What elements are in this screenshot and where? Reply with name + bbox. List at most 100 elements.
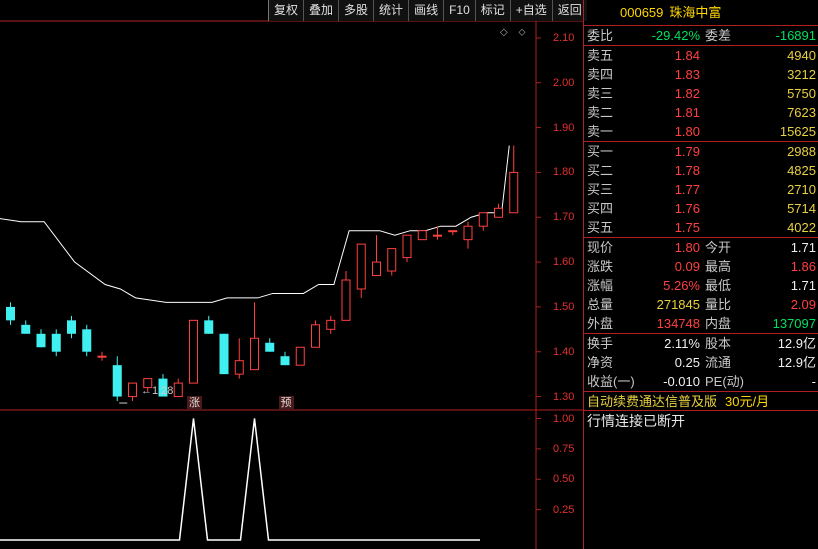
toolbar-button-4[interactable]: 画线 [408,0,444,21]
candle-body-up [463,225,473,241]
buys-volume: 5714 [787,201,816,216]
price-tick-label: 1.40 [553,345,575,358]
sells-volume: 7623 [787,105,816,120]
quote-row: 现价 1.80 今开 1.71 [584,238,818,257]
quote-value-2: 2.09 [790,297,816,312]
candle-body-down [265,342,275,352]
buys-row: 买四 1.76 5714 [584,199,818,218]
candle-body-up [189,319,198,384]
buys-row: 买二 1.78 4825 [584,161,818,180]
stock-title: 000659 珠海中富 [584,0,818,26]
candle-body-down [36,333,46,348]
quote-value: 1.80 [674,240,700,255]
quote-value-2: 1.86 [790,259,816,274]
indicator-line [0,418,480,541]
candle-body-up [433,234,442,237]
sells-row: 卖三 1.82 5750 [584,84,818,103]
fund-row: 净资 0.25 流通 12.9亿 [584,353,818,372]
sells-price: 1.81 [674,105,700,120]
candle-body-up [234,360,244,375]
buys-row: 买一 1.79 2988 [584,142,818,161]
sells-price: 1.83 [674,67,700,82]
fund-label: 收益(一) [587,374,635,389]
indicator-tick-label: 0.75 [553,442,575,455]
toolbar-button-5[interactable]: F10 [443,0,475,21]
fund-value-2: 12.9亿 [777,336,816,351]
candle-body-up [97,355,107,358]
candle-body-up [402,234,412,259]
low-price-label: ←1.28 [141,385,174,397]
buys-row: 买五 1.75 4022 [584,218,818,237]
toolbar-button-7[interactable]: +自选 [509,0,552,21]
sells-label: 卖三 [587,86,614,101]
sells-volume: 5750 [787,86,816,101]
candle-body-down [6,306,15,321]
quote-value: 5.26% [663,278,700,293]
quote-row: 总量 271845 量比 2.09 [584,295,818,314]
price-tick-label: 1.50 [553,300,575,313]
fund-label: 换手 [587,336,614,351]
quote-label: 现价 [587,240,614,255]
fund-label-2: 流通 [705,355,732,370]
fundamental-stats: 换手 2.11% 股本 12.9亿 净资 0.25 流通 12.9亿 收益(一) -0.010 PE… [584,333,818,391]
buys-label: 买二 [587,163,614,178]
toolbar-button-3[interactable]: 统计 [373,0,409,21]
quote-label-2: 最高 [705,259,732,274]
buys-label: 买三 [587,182,614,197]
buys-price: 1.76 [674,201,700,216]
chart-canvas[interactable] [0,0,583,549]
toolbar-button-1[interactable]: 叠加 [303,0,339,21]
toolbar-button-8[interactable]: 返回 [551,0,587,21]
sell-orders: 卖五 1.84 4940 卖四 1.83 3212 卖三 1.82 5750 卖二 1.81 7623… [584,45,818,141]
fund-value: 0.25 [674,355,700,370]
candle-body-up [417,230,427,241]
chart-toggle-icons[interactable]: ◇ ⬦ [500,27,529,38]
kline-chart[interactable]: 复权 叠加 多股 统计 画线 F10 标记 +自选 返回 ◇ ⬦ 2.10 2.00 1.90 1.8… [0,0,587,549]
fund-value: -0.010 [663,374,700,389]
buys-label: 买四 [587,201,614,216]
candle-body-down [219,333,229,375]
quote-label-2: 量比 [705,297,732,312]
candle-body-down [204,320,214,334]
candle-body-up [478,212,488,227]
buys-price: 1.79 [674,144,700,159]
candle-body-up [494,207,503,218]
weicha-value: -16891 [775,28,816,43]
quote-label-2: 今开 [705,240,732,255]
quote-row: 涨跌 0.09 最高 1.86 [584,257,818,276]
fund-label-2: PE(动) [705,374,745,389]
quote-label: 外盘 [587,316,614,331]
indicator-tick-label: 1.00 [553,412,575,425]
buys-label: 买一 [587,144,614,159]
candle-body-up [128,382,137,398]
candle-body-up [372,261,381,277]
sells-row: 卖一 1.80 15625 [584,122,818,141]
promo-banner[interactable]: 自动续费通达信普及版 30元/月 [584,391,818,411]
sells-row: 卖五 1.84 4940 [584,46,818,65]
sells-label: 卖五 [587,48,614,63]
chart-toolbar: 复权 叠加 多股 统计 画线 F10 标记 +自选 返回 [268,0,587,21]
quote-value-2: 137097 [772,316,816,331]
quote-label: 涨跌 [587,259,614,274]
quote-value-2: 1.71 [790,240,816,255]
low-arrow-icon: ← [141,385,152,397]
toolbar-button-6[interactable]: 标记 [474,0,510,21]
weibi-value: -29.42% [651,28,700,43]
price-tick-label: 1.30 [553,390,575,403]
fund-label-2: 股本 [705,336,732,351]
quote-value: 0.09 [674,259,700,274]
price-tick-label: 2.10 [553,31,575,44]
buys-volume: 2988 [787,144,816,159]
buys-price: 1.75 [674,220,700,235]
stock-name: 珠海中富 [669,5,722,20]
buys-volume: 2710 [787,182,816,197]
fund-row: 换手 2.11% 股本 12.9亿 [584,334,818,353]
quote-value: 271845 [656,297,700,312]
candle-body-up [387,248,397,272]
candle-body-down [82,329,92,352]
sells-volume: 3212 [787,67,816,82]
sells-price: 1.82 [674,86,700,101]
quote-row: 涨幅 5.26% 最低 1.71 [584,276,818,295]
toolbar-button-2[interactable]: 多股 [338,0,374,21]
toolbar-button-0[interactable]: 复权 [268,0,304,21]
